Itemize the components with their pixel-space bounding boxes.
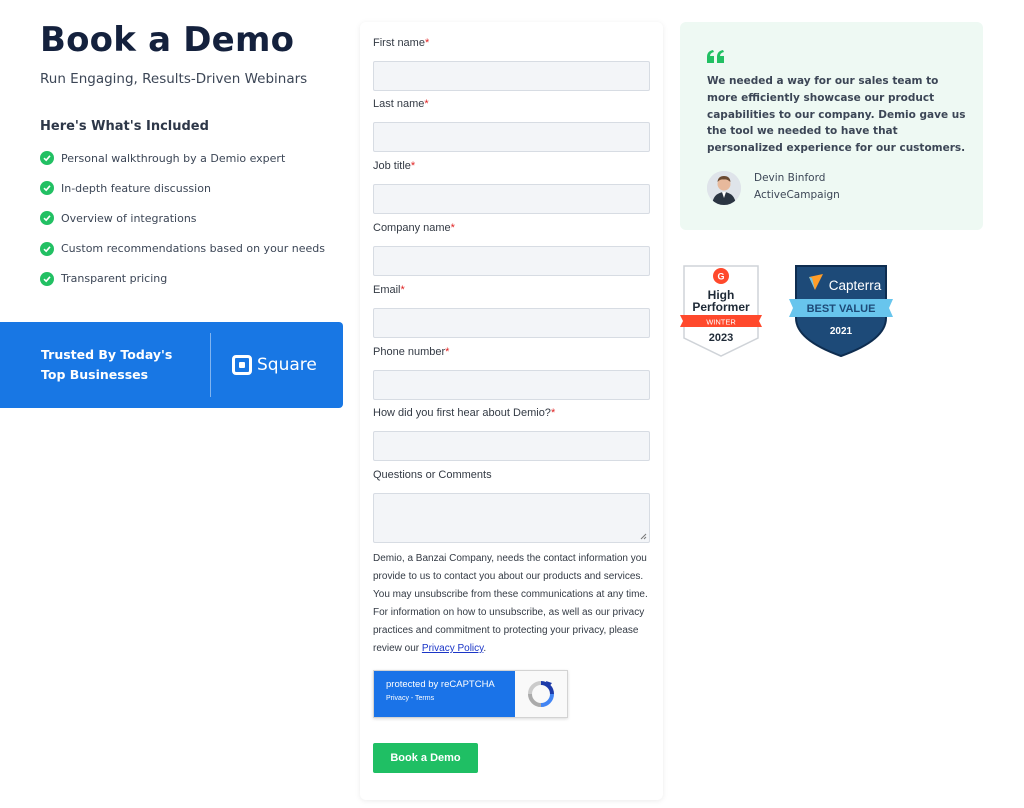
feature-item: In-depth feature discussion [40,173,325,203]
feature-text: Overview of integrations [61,211,197,225]
testimonial-quote: We needed a way for our sales team to mo… [707,75,966,155]
email-input[interactable] [373,308,650,338]
feature-text: Personal walkthrough by a Demio expert [61,151,286,165]
feature-item: Overview of integrations [40,203,325,233]
book-demo-button[interactable]: Book a Demo [373,743,478,773]
g2-year: 2023 [709,332,733,344]
last-name-input[interactable] [373,122,650,152]
check-icon [40,211,54,226]
feature-item: Custom recommendations based on your nee… [40,234,325,264]
included-heading: Here's What's Included [40,119,209,134]
trusted-line-1: Trusted By Today's [41,347,173,362]
phone-field: Phone number* [373,346,650,400]
first-name-input[interactable] [373,61,650,91]
privacy-disclaimer: Demio, a Banzai Company, needs the conta… [373,553,648,654]
first-name-label: First name* [373,37,430,49]
job-title-field: Job title* [373,160,650,214]
company-name-input[interactable] [373,246,650,276]
last-name-label: Last name* [373,98,429,110]
check-icon [40,241,54,256]
trusted-banner: Trusted By Today's Top Businesses Square [0,322,343,408]
resize-grip-icon[interactable] [639,532,647,540]
author-company: ActiveCampaign [754,189,840,201]
first-name-field: First name* [373,37,650,91]
page-subtitle: Run Engaging, Results-Driven Webinars [40,71,308,87]
referral-input[interactable] [373,431,650,461]
recaptcha-widget[interactable]: protected by reCAPTCHA Privacy - Terms [373,670,568,718]
square-wordmark: Square [257,355,317,375]
svg-text:G: G [717,272,724,282]
avatar [707,171,741,205]
phone-label: Phone number* [373,346,450,358]
banner-divider [210,333,211,397]
comments-label: Questions or Comments [373,469,492,481]
capterra-best-value-badge: Capterra BEST VALUE 2021 [789,265,893,358]
demo-form: First name* Last name* Job title* Compan… [360,22,663,800]
company-name-label: Company name* [373,222,455,234]
comments-field: Questions or Comments [373,469,650,543]
referral-field: How did you first hear about Demio?* [373,407,650,461]
page-title: Book a Demo [40,20,295,60]
feature-list: Personal walkthrough by a Demio expert I… [40,143,325,294]
square-icon [232,355,252,375]
trusted-text: Trusted By Today's Top Businesses [41,345,181,385]
comments-textarea[interactable] [373,493,650,543]
feature-item: Transparent pricing [40,264,325,294]
privacy-policy-link[interactable]: Privacy Policy [422,643,484,654]
g2-high-performer-badge: G High Performer WINTER 2023 [680,265,762,357]
feature-text: In-depth feature discussion [61,181,211,195]
square-logo: Square [232,355,317,375]
feature-item: Personal walkthrough by a Demio expert [40,143,325,173]
quote-icon [707,50,724,63]
recaptcha-icon [515,671,567,717]
check-icon [40,181,54,196]
job-title-label: Job title* [373,160,416,172]
email-field: Email* [373,284,650,338]
recaptcha-links[interactable]: Privacy - Terms [386,695,515,702]
recaptcha-label: protected by reCAPTCHA [386,679,495,690]
last-name-field: Last name* [373,98,650,152]
testimonial-card: We needed a way for our sales team to mo… [680,22,983,230]
check-icon [40,271,54,286]
feature-text: Custom recommendations based on your nee… [61,242,326,256]
author-name: Devin Binford [754,172,826,184]
company-name-field: Company name* [373,222,650,276]
capterra-brand: Capterra [829,278,882,293]
capterra-year: 2021 [830,326,853,337]
feature-text: Transparent pricing [61,272,168,286]
job-title-input[interactable] [373,184,650,214]
trusted-line-2: Top Businesses [41,367,149,382]
check-icon [40,151,54,166]
g2-title-2: Performer [692,300,750,314]
capterra-award: BEST VALUE [807,303,876,315]
recaptcha-panel: protected by reCAPTCHA Privacy - Terms [374,671,515,717]
phone-input[interactable] [373,370,650,400]
email-label: Email* [373,284,405,296]
g2-season: WINTER [706,318,736,327]
left-column: Book a Demo Run Engaging, Results-Driven… [0,0,345,808]
referral-label: How did you first hear about Demio?* [373,407,556,419]
